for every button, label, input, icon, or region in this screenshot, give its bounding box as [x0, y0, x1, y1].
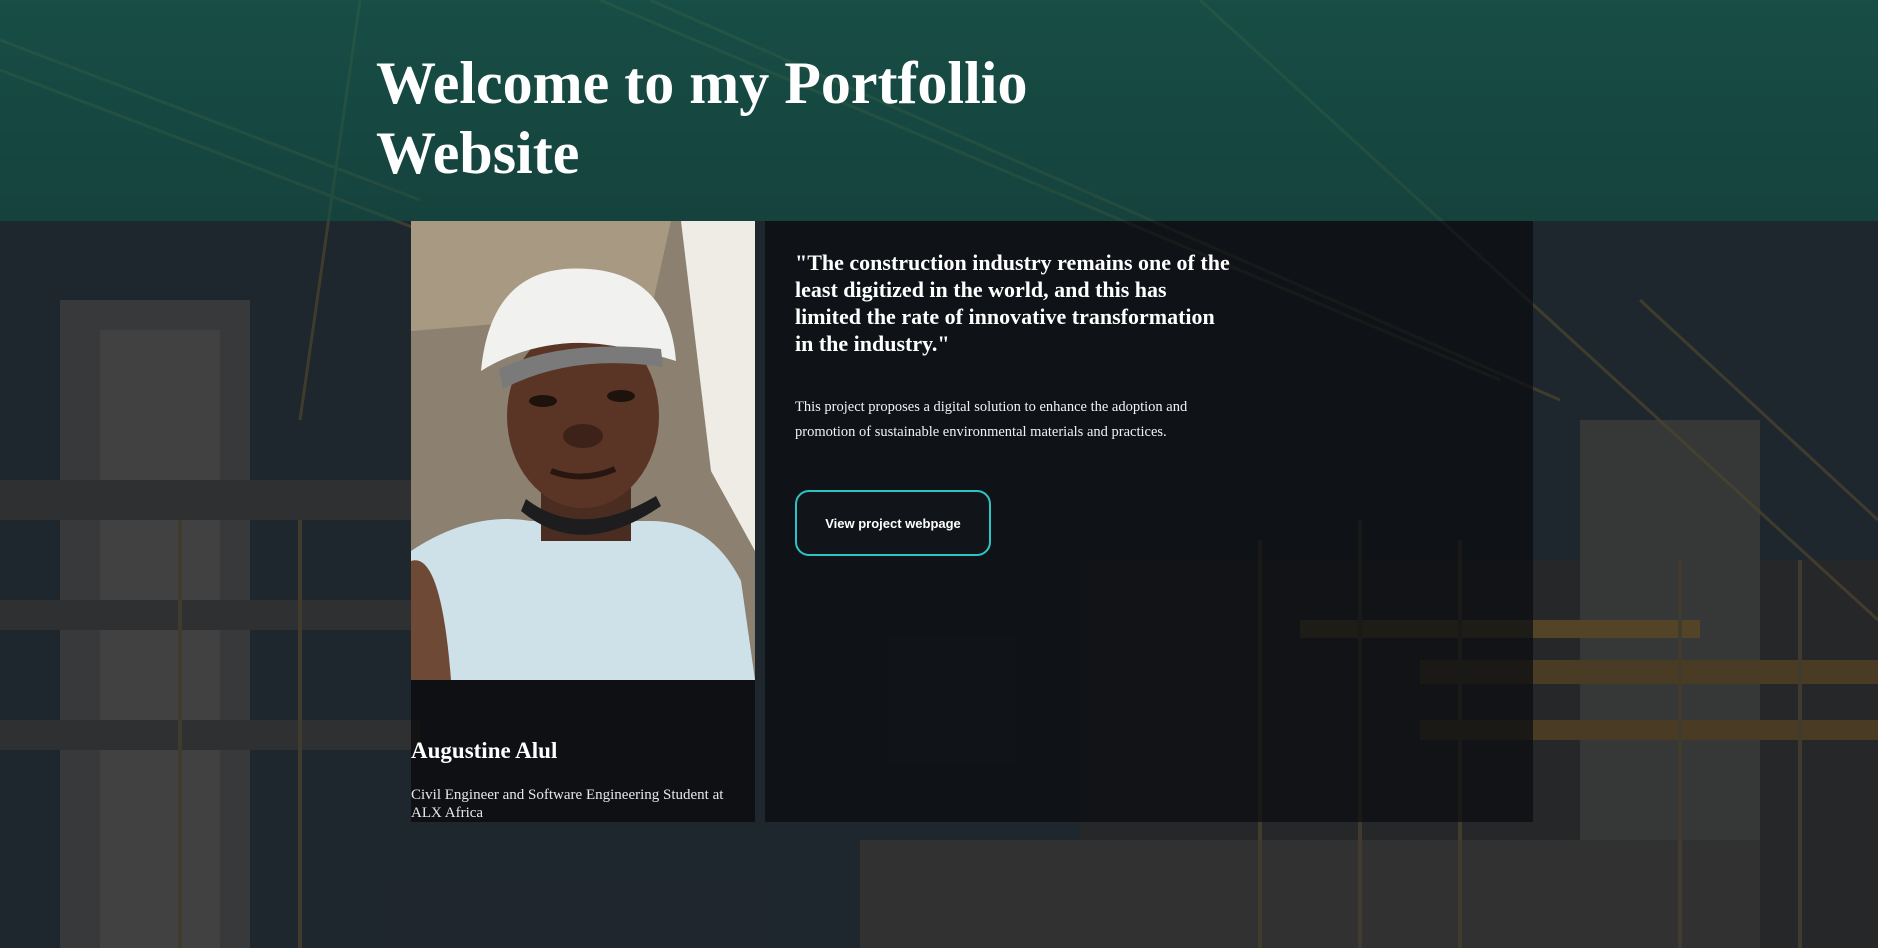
- project-panel: "The construction industry remains one o…: [765, 221, 1533, 822]
- profile-name: Augustine Alul: [411, 738, 558, 763]
- profile-photo: [411, 221, 755, 680]
- profile-card: [411, 221, 755, 822]
- project-quote: "The construction industry remains one o…: [795, 250, 1230, 356]
- portrait-graphic: [411, 221, 755, 680]
- project-description: This project proposes a digital solution…: [795, 399, 1188, 440]
- profile-role: Civil Engineer and Software Engineering …: [411, 787, 724, 821]
- view-project-button[interactable]: View project webpage: [795, 490, 991, 556]
- page-title: Welcome to my Portfollio Website: [376, 50, 1028, 186]
